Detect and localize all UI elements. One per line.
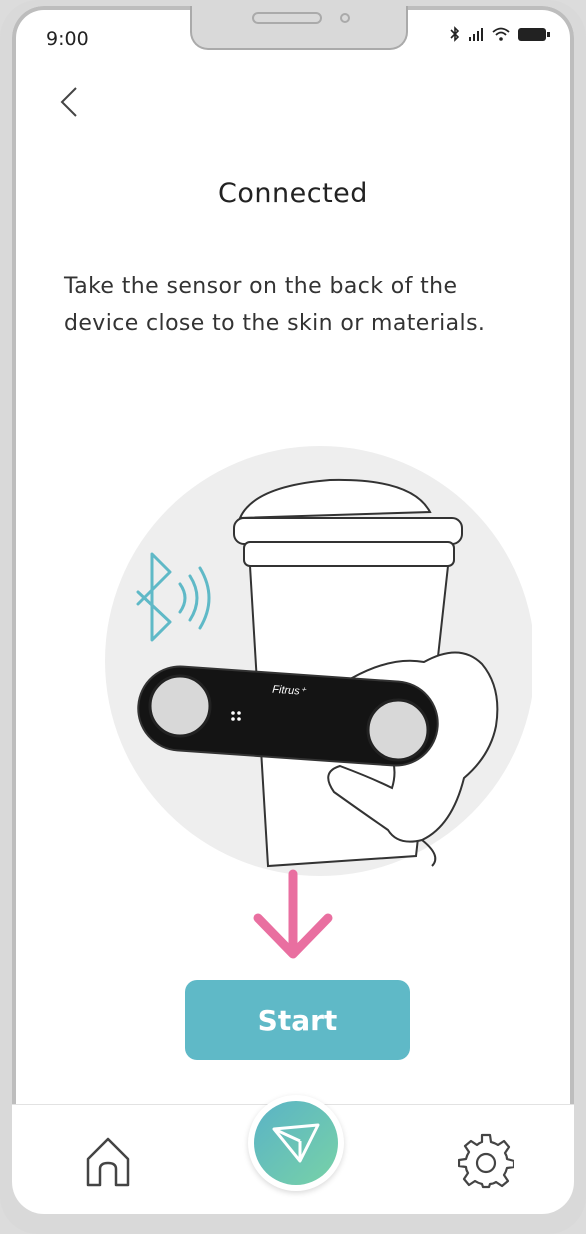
device-brand-label: Fitrus⁺	[272, 684, 307, 698]
start-button[interactable]: Start	[185, 980, 410, 1060]
status-time: 9:00	[46, 28, 89, 50]
gear-icon[interactable]	[458, 1133, 514, 1189]
status-icons	[450, 26, 550, 42]
phone-frame: 9:00 Connected Take the sensor on the ba…	[0, 0, 586, 1234]
device-illustration: Fitrus⁺	[105, 446, 532, 876]
instruction-text: Take the sensor on the back of the devic…	[64, 274, 486, 336]
tab-center-circle	[254, 1101, 338, 1185]
tab-bar	[12, 1095, 574, 1214]
send-icon	[272, 1123, 320, 1163]
camera-icon	[340, 13, 350, 23]
wifi-icon	[492, 27, 510, 41]
page-title: Connected	[218, 178, 368, 209]
tab-center-button[interactable]	[248, 1095, 344, 1191]
bluetooth-status-icon	[450, 26, 460, 42]
arrow-down-icon	[253, 869, 333, 959]
signal-icon	[469, 28, 483, 41]
phone-notch	[190, 6, 408, 50]
back-chevron-icon[interactable]	[54, 82, 82, 122]
battery-icon	[518, 27, 550, 41]
screen: 9:00 Connected Take the sensor on the ba…	[12, 6, 574, 1214]
home-icon[interactable]	[84, 1135, 132, 1189]
speaker-icon	[252, 12, 322, 24]
